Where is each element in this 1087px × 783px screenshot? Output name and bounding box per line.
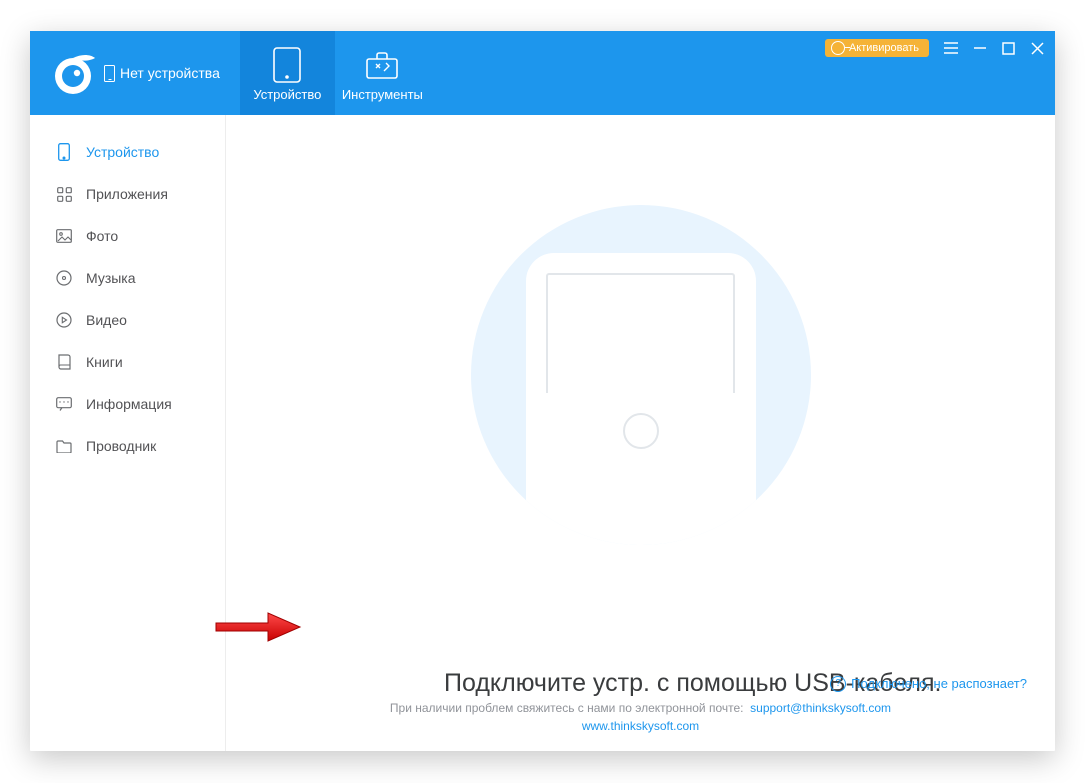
no-device-text: Нет устройства bbox=[120, 65, 220, 81]
apps-icon bbox=[56, 186, 72, 202]
book-icon bbox=[56, 354, 72, 370]
site-link[interactable]: www.thinkskysoft.com bbox=[226, 719, 1055, 733]
close-button[interactable] bbox=[1030, 41, 1045, 56]
tab-tools-label: Инструменты bbox=[342, 87, 423, 102]
sidebar-item-music[interactable]: Музыка bbox=[30, 257, 225, 299]
app-logo-icon bbox=[48, 48, 98, 98]
cable-graphic bbox=[627, 470, 655, 545]
sidebar-item-label: Информация bbox=[86, 396, 172, 412]
menu-button[interactable] bbox=[943, 41, 958, 56]
phone-icon bbox=[104, 65, 115, 82]
logo-area: Нет устройства bbox=[30, 31, 240, 115]
app-window: Нет устройства Устройство Инструменты Ак… bbox=[30, 31, 1055, 751]
window-controls: Активировать bbox=[825, 39, 1045, 57]
help-link-label: Подключено, не распознает? bbox=[851, 676, 1027, 691]
sidebar: Устройство Приложения Фото Музыка Видео bbox=[30, 115, 226, 751]
question-icon: ? bbox=[830, 676, 846, 692]
music-icon bbox=[56, 270, 72, 286]
support-email-link[interactable]: support@thinkskysoft.com bbox=[750, 701, 891, 715]
tab-device[interactable]: Устройство bbox=[240, 31, 335, 115]
sidebar-item-explorer[interactable]: Проводник bbox=[30, 425, 225, 467]
no-device-label: Нет устройства bbox=[104, 65, 220, 82]
sidebar-item-label: Фото bbox=[86, 228, 118, 244]
sidebar-item-apps[interactable]: Приложения bbox=[30, 173, 225, 215]
sidebar-item-books[interactable]: Книги bbox=[30, 341, 225, 383]
activate-label: Активировать bbox=[849, 42, 919, 54]
minimize-button[interactable] bbox=[972, 41, 987, 56]
not-recognized-link[interactable]: ? Подключено, не распознает? bbox=[830, 676, 1027, 692]
tablet-icon bbox=[267, 45, 307, 85]
sidebar-item-label: Устройство bbox=[86, 144, 159, 160]
sidebar-item-device[interactable]: Устройство bbox=[30, 131, 225, 173]
sidebar-item-label: Книги bbox=[86, 354, 123, 370]
sidebar-item-video[interactable]: Видео bbox=[30, 299, 225, 341]
maximize-button[interactable] bbox=[1001, 41, 1016, 56]
main-pane: Подключите устр. с помощью USB-кабеля. ?… bbox=[226, 115, 1055, 751]
tab-tools[interactable]: Инструменты bbox=[335, 31, 430, 115]
activate-button[interactable]: Активировать bbox=[825, 39, 929, 57]
info-icon bbox=[56, 396, 72, 412]
connect-illustration bbox=[471, 205, 811, 545]
sidebar-item-label: Музыка bbox=[86, 270, 136, 286]
sidebar-item-label: Проводник bbox=[86, 438, 156, 454]
device-icon bbox=[56, 144, 72, 160]
key-icon bbox=[831, 41, 845, 55]
sidebar-item-label: Видео bbox=[86, 312, 127, 328]
toolbox-icon bbox=[362, 45, 402, 85]
sidebar-item-photos[interactable]: Фото bbox=[30, 215, 225, 257]
footer-text: При наличии проблем свяжитесь с нами по … bbox=[390, 701, 744, 715]
video-icon bbox=[56, 312, 72, 328]
sidebar-item-info[interactable]: Информация bbox=[30, 383, 225, 425]
photo-icon bbox=[56, 228, 72, 244]
footer: При наличии проблем свяжитесь с нами по … bbox=[226, 701, 1055, 733]
folder-icon bbox=[56, 438, 72, 454]
title-bar: Нет устройства Устройство Инструменты Ак… bbox=[30, 31, 1055, 115]
sidebar-item-label: Приложения bbox=[86, 186, 168, 202]
tab-device-label: Устройство bbox=[253, 87, 321, 102]
